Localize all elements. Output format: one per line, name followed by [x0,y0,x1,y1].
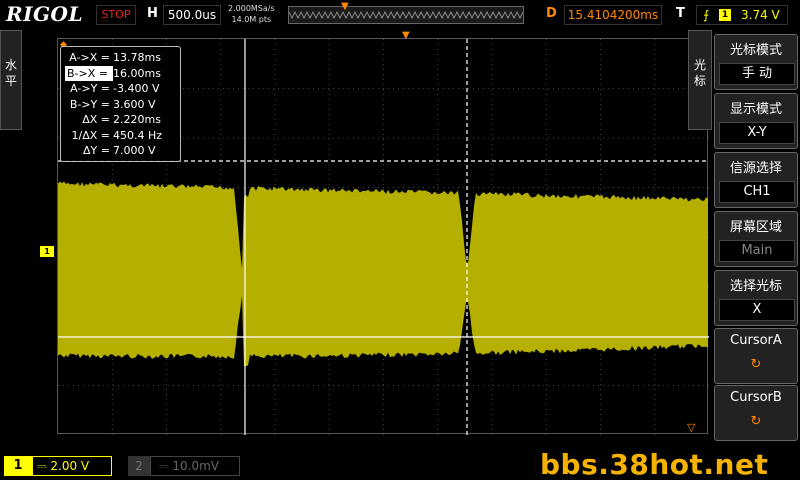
cursor-dx-row: ΔX = 2.220ms [65,112,176,128]
sample-rate: 2.000MSa/s [228,4,275,13]
trigger-info[interactable]: ⨍ 1 3.74 V [696,5,788,25]
ch2-scale-value: 10.0mV [172,459,220,473]
ch1-offset-marker[interactable]: 1 [40,246,54,257]
run-stop-status[interactable]: STOP [96,5,136,25]
trigger-channel-badge: 1 [719,9,731,21]
horizontal-label: H [147,6,158,21]
readout-key: A->X = [69,51,110,64]
ch2-scale[interactable]: ⎓ 10.0mV [150,456,240,476]
menu-cursor-a[interactable]: CursorA ↻ [714,328,798,384]
readout-key-selected: B->X = [65,65,113,81]
knob-icon: ↻ [750,414,762,429]
dc-coupling-icon: ⎓ [159,459,173,473]
rising-edge-icon: ⨍ [703,8,710,22]
readout-value: 2.220ms [113,113,161,126]
memory-waveform-preview [288,10,524,20]
cursor-ax-row: A->X = 13.78ms [65,50,176,66]
menu-title: 显示模式 [729,102,782,117]
delay-label: D [546,6,557,21]
menu-select-cursor[interactable]: 选择光标 X [714,270,798,326]
softkey-menu: 光标模式 ◂ 手 动 显示模式 ◂ X-Y 信源选择 ◂ CH1 屏幕区域 Ma… [712,30,800,442]
menu-title: 光标模式 [729,43,782,58]
readout-key: A->Y = [70,82,110,95]
cursor-ay-row: A->Y = -3.400 V [65,81,176,97]
ch1-scale-value: 2.00 V [50,459,90,473]
menu-title: CursorA [730,333,782,348]
menu-title: CursorB [730,390,782,405]
menu-value: Main [719,240,795,262]
memory-position-bar: ▼ [288,1,524,24]
cursor-bx-row: B->X = 16.00ms [65,65,176,81]
timebase-value[interactable]: 500.0us [163,5,221,25]
readout-value: 16.00ms [113,66,161,80]
readout-value: 3.600 V [113,97,156,111]
trigger-marker-icon: ▼ [402,30,410,41]
ch1-button[interactable]: 1 [4,456,32,476]
ch2-button[interactable]: 2 [128,456,150,476]
readout-value: -3.400 V [113,82,160,95]
sample-rate-info: 2.000MSa/s 14.0M pts [228,3,275,25]
cursor-menu-tab[interactable]: 光标 [688,30,712,130]
knob-icon: ↻ [750,357,762,372]
menu-value: X [719,299,795,321]
menu-cursor-mode[interactable]: 光标模式 ◂ 手 动 [714,34,798,90]
ch1-waveform-trace [58,181,708,367]
menu-display-mode[interactable]: 显示模式 ◂ X-Y [714,93,798,149]
brand-logo: RIGOL [6,2,84,26]
cursor-freq-row: 1/ΔX = 450.4 Hz [65,128,176,144]
menu-value: X-Y [719,122,795,144]
menu-value: 手 动 [719,63,795,85]
readout-key: ΔX = [82,113,110,126]
menu-title: 选择光标 [729,279,782,294]
readout-value: 7.000 V [113,144,156,157]
horizontal-tab-label: 水平 [4,58,17,88]
readout-value: 13.78ms [113,51,161,64]
memory-depth: 14.0M pts [231,15,272,24]
menu-title: 屏幕区域 [729,220,782,235]
cursor-readout: A->X = 13.78ms B->X = 16.00ms A->Y = -3.400… [60,46,181,162]
dc-coupling-icon: ⎓ [37,459,51,473]
watermark-text: bbs.38hot.net [540,448,769,480]
cursor-by-row: B->Y = 3.600 V [65,97,176,113]
cursor-dy-row: ΔY = 7.000 V [65,143,176,159]
readout-key: 1/ΔX = [71,128,110,142]
horizontal-menu-tab[interactable]: 水平 [0,30,22,130]
cursor-tab-label: 光标 [693,58,706,88]
trigger-position-icon: ▼ [341,1,349,12]
menu-source-select[interactable]: 信源选择 ◂ CH1 [714,152,798,208]
readout-key: ΔY = [83,144,110,157]
menu-cursor-b[interactable]: CursorB ↻ [714,385,798,441]
menu-screen-region[interactable]: 屏幕区域 Main [714,211,798,267]
menu-value: CH1 [719,181,795,203]
trigger-level: 3.74 V [741,8,780,22]
readout-key: B->Y = [69,97,110,111]
menu-title: 信源选择 [729,161,782,176]
trigger-indicator-icon: ▽ [687,421,696,434]
readout-value: 450.4 Hz [113,128,163,142]
ch1-scale[interactable]: ⎓ 2.00 V [32,456,112,476]
delay-value[interactable]: 15.4104200ms [564,5,662,25]
trigger-label: T [676,6,685,21]
status-bar: RIGOL STOP H 500.0us 2.000MSa/s 14.0M pt… [0,0,800,30]
